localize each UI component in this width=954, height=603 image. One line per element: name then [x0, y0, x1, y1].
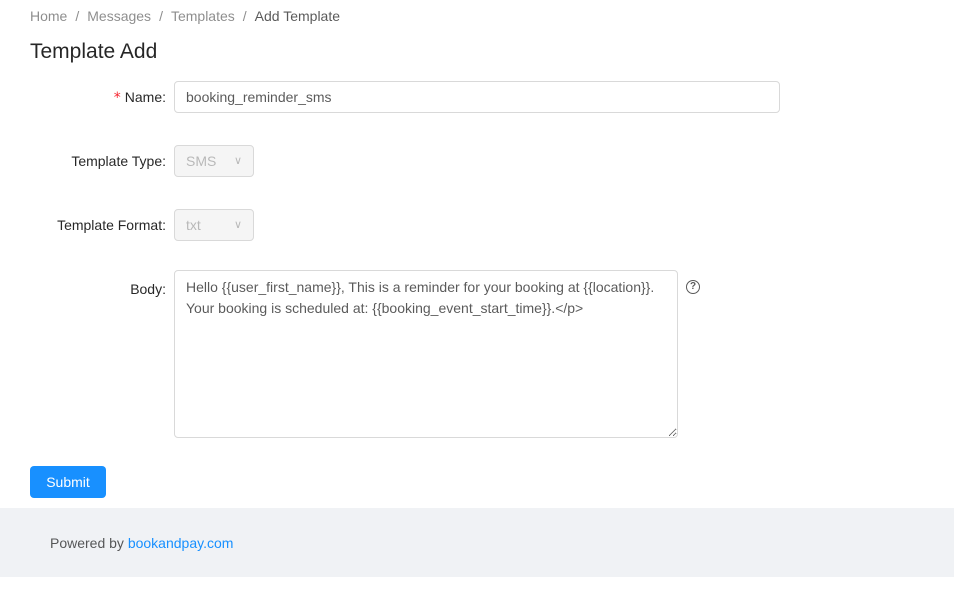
breadcrumb-separator: /	[159, 8, 163, 24]
body-row: Body: Hello {{user_first_name}}, This is…	[0, 270, 700, 438]
footer: Powered by bookandpay.com	[0, 508, 954, 577]
breadcrumb-home[interactable]: Home	[30, 8, 67, 24]
breadcrumb: Home / Messages / Templates / Add Template	[30, 8, 340, 24]
breadcrumb-templates[interactable]: Templates	[171, 8, 235, 24]
template-type-row: Template Type: SMS ∨	[0, 145, 254, 177]
breadcrumb-messages[interactable]: Messages	[87, 8, 151, 24]
template-format-row: Template Format: txt ∨	[0, 209, 254, 241]
name-label: * Name:	[113, 89, 166, 106]
chevron-down-icon: ∨	[233, 219, 242, 231]
name-row: * Name:	[0, 81, 780, 114]
page-title: Template Add	[30, 40, 158, 63]
required-asterisk: *	[113, 90, 121, 106]
body-textarea[interactable]: Hello {{user_first_name}}, This is a rem…	[174, 270, 678, 438]
footer-link[interactable]: bookandpay.com	[128, 535, 234, 551]
submit-button[interactable]: Submit	[30, 466, 106, 498]
chevron-down-icon: ∨	[233, 155, 242, 167]
template-type-value: SMS	[186, 153, 217, 169]
footer-text: Powered by bookandpay.com	[50, 535, 234, 551]
template-format-value: txt	[186, 217, 201, 233]
question-circle-icon[interactable]: ?	[686, 280, 700, 294]
breadcrumb-current: Add Template	[254, 8, 341, 24]
name-input[interactable]	[174, 81, 780, 113]
body-label: Body:	[130, 281, 166, 297]
breadcrumb-separator: /	[242, 8, 247, 24]
template-type-label: Template Type:	[71, 153, 166, 169]
template-format-label: Template Format:	[57, 217, 166, 233]
template-format-select[interactable]: txt ∨	[174, 209, 254, 241]
breadcrumb-separator: /	[75, 8, 80, 24]
template-type-select[interactable]: SMS ∨	[174, 145, 254, 177]
